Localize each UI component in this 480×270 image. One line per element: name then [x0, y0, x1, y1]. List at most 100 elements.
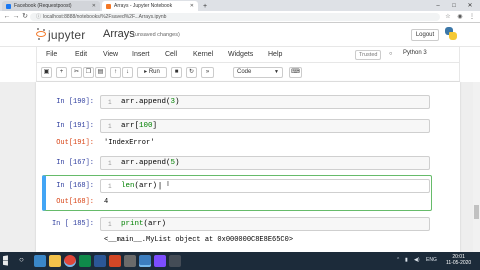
windows-start-icon[interactable]	[3, 255, 8, 266]
terminal-icon[interactable]	[169, 255, 181, 267]
scrollbar-thumb[interactable]	[474, 205, 479, 219]
text-cursor: |	[159, 181, 162, 190]
chrome-icon[interactable]	[64, 255, 76, 267]
system-clock[interactable]: 20:01 11-05-2020	[446, 254, 471, 266]
jupyter-favicon-icon	[106, 3, 111, 9]
run-button[interactable]: ▸ Run	[137, 67, 167, 78]
close-window-icon[interactable]: ✕	[462, 0, 478, 11]
fast-forward-icon[interactable]: »	[201, 67, 214, 78]
extension-icon[interactable]: ◉	[456, 13, 464, 21]
trusted-badge[interactable]: Trusted	[355, 50, 382, 60]
app-icon[interactable]	[124, 255, 136, 267]
code-text: print(arr)	[121, 220, 167, 228]
paste-icon[interactable]: ▤	[95, 67, 106, 78]
line-number: 1	[108, 221, 112, 228]
code-cell-input[interactable]: 1 arr[100]	[100, 119, 430, 133]
browser-tab-facebook[interactable]: Facebook (Requestpoost) ✕	[2, 1, 100, 11]
code-text: arr[100]	[121, 122, 158, 130]
tab-label: Facebook (Requestpoost)	[14, 3, 72, 9]
input-prompt: In [191]:	[56, 122, 94, 130]
logout-button[interactable]: Logout	[411, 29, 439, 41]
minimize-icon[interactable]: –	[430, 0, 446, 11]
language-indicator[interactable]: ENG	[426, 257, 437, 263]
code-cell-input[interactable]: 1 print(arr)	[100, 217, 430, 231]
arrow-up-icon[interactable]: ↑	[110, 67, 121, 78]
network-icon[interactable]: ▮	[405, 257, 408, 263]
cell-output: 4	[104, 198, 109, 206]
browser-tab-arrays[interactable]: Arrays - Jupyter Notebook ✕	[102, 1, 198, 11]
notebook-scrollbar[interactable]	[473, 82, 480, 252]
url-text: localhost:8888/notebooks/%2Fsaved%2F...A…	[43, 14, 167, 20]
reload-icon[interactable]: ↻	[21, 13, 29, 21]
taskbar: ○ ⌃ ▮ ◀) ENG 20:01 11-05-2020	[0, 252, 480, 270]
info-icon: ⓘ	[36, 14, 42, 20]
search-icon[interactable]: ○	[19, 255, 31, 267]
forward-icon[interactable]: →	[12, 13, 20, 21]
plus-icon[interactable]: +	[56, 67, 67, 78]
code-text: len(arr)	[121, 182, 158, 190]
line-number: 1	[108, 123, 112, 130]
arrow-down-icon[interactable]: ↓	[122, 67, 133, 78]
file-explorer-icon[interactable]	[49, 255, 61, 267]
jupyter-logo-icon[interactable]	[36, 28, 46, 40]
jupyter-wordmark[interactable]: jupyter	[48, 28, 85, 42]
menu-file[interactable]: File	[46, 51, 57, 58]
code-text: arr.append(3)	[121, 98, 180, 106]
address-bar-row: ← → ↻ ⓘ localhost:8888/notebooks/%2Fsaved…	[0, 11, 480, 23]
menu-bar: File Edit View Insert Cell Kernel Widget…	[36, 47, 460, 63]
python-logo-icon	[444, 26, 458, 42]
menu-widgets[interactable]: Widgets	[228, 51, 253, 58]
copy-icon[interactable]: ❐	[83, 67, 94, 78]
kernel-status-icon: ○	[389, 51, 393, 57]
notebook-title[interactable]: Arrays	[103, 28, 135, 40]
stop-icon[interactable]: ■	[171, 67, 182, 78]
code-cell-input[interactable]: 1 arr.append(5)	[100, 156, 430, 170]
line-number: 1	[108, 183, 112, 190]
tab-label: Arrays - Jupyter Notebook	[114, 3, 173, 9]
clock-date: 11-05-2020	[446, 260, 472, 266]
input-prompt: In [ 185]:	[51, 220, 94, 228]
close-tab-icon[interactable]: ✕	[89, 3, 96, 9]
chevron-down-icon: ▼	[274, 69, 279, 75]
media-app-icon[interactable]	[154, 255, 166, 267]
code-text: arr.append(5)	[121, 159, 180, 167]
task-view-icon[interactable]	[34, 255, 46, 267]
volume-icon[interactable]: ◀)	[414, 257, 420, 263]
input-prompt: In [167]:	[56, 159, 94, 167]
python-app-icon[interactable]	[139, 255, 151, 267]
restart-icon[interactable]: ↻	[186, 67, 197, 78]
save-icon[interactable]: ▣	[41, 67, 52, 78]
more-menu-icon[interactable]: ⋮	[468, 13, 476, 21]
line-number: 1	[108, 160, 112, 167]
menu-insert[interactable]: Insert	[132, 51, 150, 58]
menu-cell[interactable]: Cell	[165, 51, 177, 58]
cell-type-select[interactable]: Code ▼	[233, 67, 283, 78]
back-icon[interactable]: ←	[3, 13, 11, 21]
close-tab-icon[interactable]: ✕	[187, 3, 194, 9]
word-icon[interactable]	[94, 255, 106, 267]
menu-help[interactable]: Help	[268, 51, 282, 58]
new-tab-button[interactable]: +	[200, 1, 210, 11]
keyboard-icon[interactable]: ⌨	[289, 67, 302, 78]
mouse-ibeam-icon: I	[167, 181, 169, 188]
jupyter-header: jupyter Arrays (unsaved changes) Logout	[0, 23, 480, 47]
notebook-toolbar: ▣ + ✂ ❐ ▤ ↑ ↓ ▸ Run ■ ↻ » Code ▼ ⌨	[36, 63, 460, 82]
code-cell-input-active[interactable]: 1 len(arr) | I	[100, 179, 430, 193]
url-field[interactable]: ⓘ localhost:8888/notebooks/%2Fsaved%2F...…	[30, 13, 440, 21]
menu-edit[interactable]: Edit	[75, 51, 87, 58]
kernel-name: Python 3	[403, 50, 427, 56]
menu-view[interactable]: View	[103, 51, 118, 58]
browser-tab-bar: Facebook (Requestpoost) ✕ Arrays - Jupyt…	[0, 0, 480, 11]
code-cell-input[interactable]: 1 arr.append(3)	[100, 95, 430, 109]
output-prompt: Out[191]:	[56, 139, 94, 147]
cut-icon[interactable]: ✂	[71, 67, 82, 78]
save-status: (unsaved changes)	[133, 32, 180, 38]
star-icon[interactable]: ☆	[444, 13, 452, 21]
menu-kernel[interactable]: Kernel	[193, 51, 213, 58]
powerpoint-icon[interactable]	[109, 255, 121, 267]
line-number: 1	[108, 99, 112, 106]
maximize-icon[interactable]: □	[446, 0, 462, 11]
tray-arrow-icon[interactable]: ⌃	[396, 257, 400, 263]
facebook-favicon-icon	[6, 3, 11, 9]
excel-icon[interactable]	[79, 255, 91, 267]
